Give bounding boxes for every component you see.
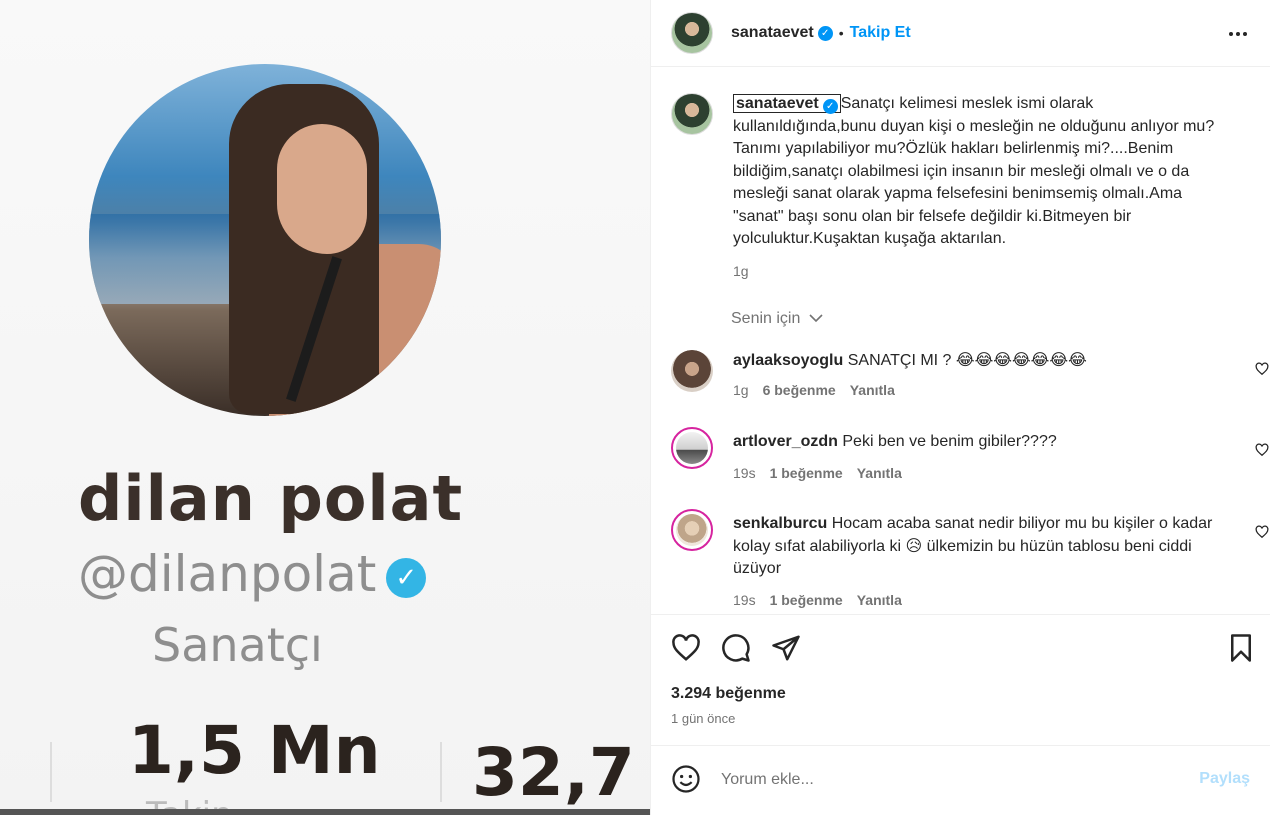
post-media[interactable]: dilan polat @dilanpolat ✓ Sanatçı 1,5 Mn … [0, 0, 650, 815]
posted-ago: 1 gün önce [671, 711, 736, 726]
post-actions: 3.294 beğenme 1 gün önce [651, 614, 1270, 746]
commenter-avatar[interactable] [671, 350, 713, 392]
chevron-down-icon [809, 314, 823, 323]
comment-likes[interactable]: 6 beğenme [763, 382, 836, 398]
comment-text: SANATÇI MI ? 😂😂😂😂😂😂😂 [847, 352, 1087, 369]
post-details-panel: sanataevet ✓ • Takip Et sanataevet ✓ Sanat… [650, 0, 1270, 815]
comments-list[interactable]: sanataevet ✓ Sanatçı kelimesi meslek ismi … [651, 68, 1270, 613]
media-divider [50, 742, 52, 802]
author-username[interactable]: sanataevet [731, 24, 814, 42]
caption: sanataevet ✓ Sanatçı kelimesi meslek ismi … [671, 93, 1251, 293]
likes-count[interactable]: 3.294 beğenme [671, 685, 786, 703]
share-icon[interactable] [771, 633, 801, 663]
verified-icon: ✓ [817, 25, 833, 41]
caption-time: 1g [733, 263, 749, 279]
comment-meta: 19s 1 beğenme Yanıtla [733, 592, 902, 608]
separator-dot: • [838, 25, 844, 41]
more-options-icon[interactable] [1228, 20, 1248, 43]
reply-button[interactable]: Yanıtla [857, 592, 902, 608]
comment-text-block: aylaaksoyoglu SANATÇI MI ? 😂😂😂😂😂😂😂 [733, 350, 1223, 373]
comment-likes[interactable]: 1 beğenme [770, 465, 843, 481]
comment-text-block: senkalburcu Hocam acaba sanat nedir bili… [733, 513, 1223, 581]
comment-item: senkalburcu Hocam acaba sanat nedir bili… [671, 509, 1269, 609]
media-followers-count: 1,5 Mn [128, 712, 381, 789]
comment-icon[interactable] [721, 633, 751, 663]
comment-meta: 1g 6 beğenme Yanıtla [733, 382, 895, 398]
media-profile-handle: @dilanpolat ✓ [78, 545, 427, 603]
reply-button[interactable]: Yanıtla [850, 382, 895, 398]
post-comment-button[interactable]: Paylaş [1199, 770, 1250, 788]
caption-username[interactable]: sanataevet ✓ [733, 94, 841, 114]
commenter-avatar[interactable] [671, 427, 713, 469]
verified-icon: ✓ [822, 99, 838, 114]
comment-item: aylaaksoyoglu SANATÇI MI ? 😂😂😂😂😂😂😂 1g 6 b… [671, 350, 1269, 410]
comment-time: 19s [733, 592, 756, 608]
media-verified-icon: ✓ [386, 557, 427, 598]
commenter-username[interactable]: artlover_ozdn [733, 433, 838, 450]
commenter-username[interactable]: aylaaksoyoglu [733, 352, 843, 369]
media-following-count: 32,7 M [472, 734, 650, 811]
reply-button[interactable]: Yanıtla [857, 465, 902, 481]
caption-text: Sanatçı kelimesi meslek ismi olarak kull… [733, 95, 1215, 247]
comment-filter-dropdown[interactable]: Senin için [731, 310, 823, 328]
comment-like-heart-icon[interactable] [1255, 525, 1269, 539]
media-bottom-strip [0, 809, 650, 815]
bookmark-icon[interactable] [1226, 633, 1256, 663]
comment-text-block: artlover_ozdn Peki ben ve benim gibiler?… [733, 431, 1223, 454]
follow-button[interactable]: Takip Et [850, 24, 911, 42]
media-profile-photo [89, 64, 441, 416]
comment-like-heart-icon[interactable] [1255, 362, 1269, 376]
media-divider [440, 742, 442, 802]
post-header: sanataevet ✓ • Takip Et [651, 0, 1270, 67]
comment-filter-label: Senin için [731, 310, 801, 327]
comment-text: Peki ben ve benim gibiler???? [842, 433, 1057, 450]
emoji-icon[interactable] [671, 764, 701, 794]
comment-meta: 19s 1 beğenme Yanıtla [733, 465, 902, 481]
media-profile-name: dilan polat [78, 462, 464, 535]
commenter-avatar[interactable] [671, 509, 713, 551]
caption-avatar[interactable] [671, 93, 713, 135]
comment-item: artlover_ozdn Peki ben ve benim gibiler?… [671, 427, 1269, 487]
comment-time: 19s [733, 465, 756, 481]
comment-time: 1g [733, 382, 749, 398]
author-avatar[interactable] [671, 12, 713, 54]
commenter-username[interactable]: senkalburcu [733, 515, 827, 532]
comment-like-heart-icon[interactable] [1255, 443, 1269, 457]
comment-composer: Paylaş [651, 745, 1270, 815]
comment-likes[interactable]: 1 beğenme [770, 592, 843, 608]
heart-icon[interactable] [671, 633, 701, 663]
comment-input[interactable] [721, 768, 1121, 792]
media-profile-role: Sanatçı [152, 618, 323, 672]
caption-text-block: sanataevet ✓ Sanatçı kelimesi meslek ismi … [733, 93, 1223, 251]
